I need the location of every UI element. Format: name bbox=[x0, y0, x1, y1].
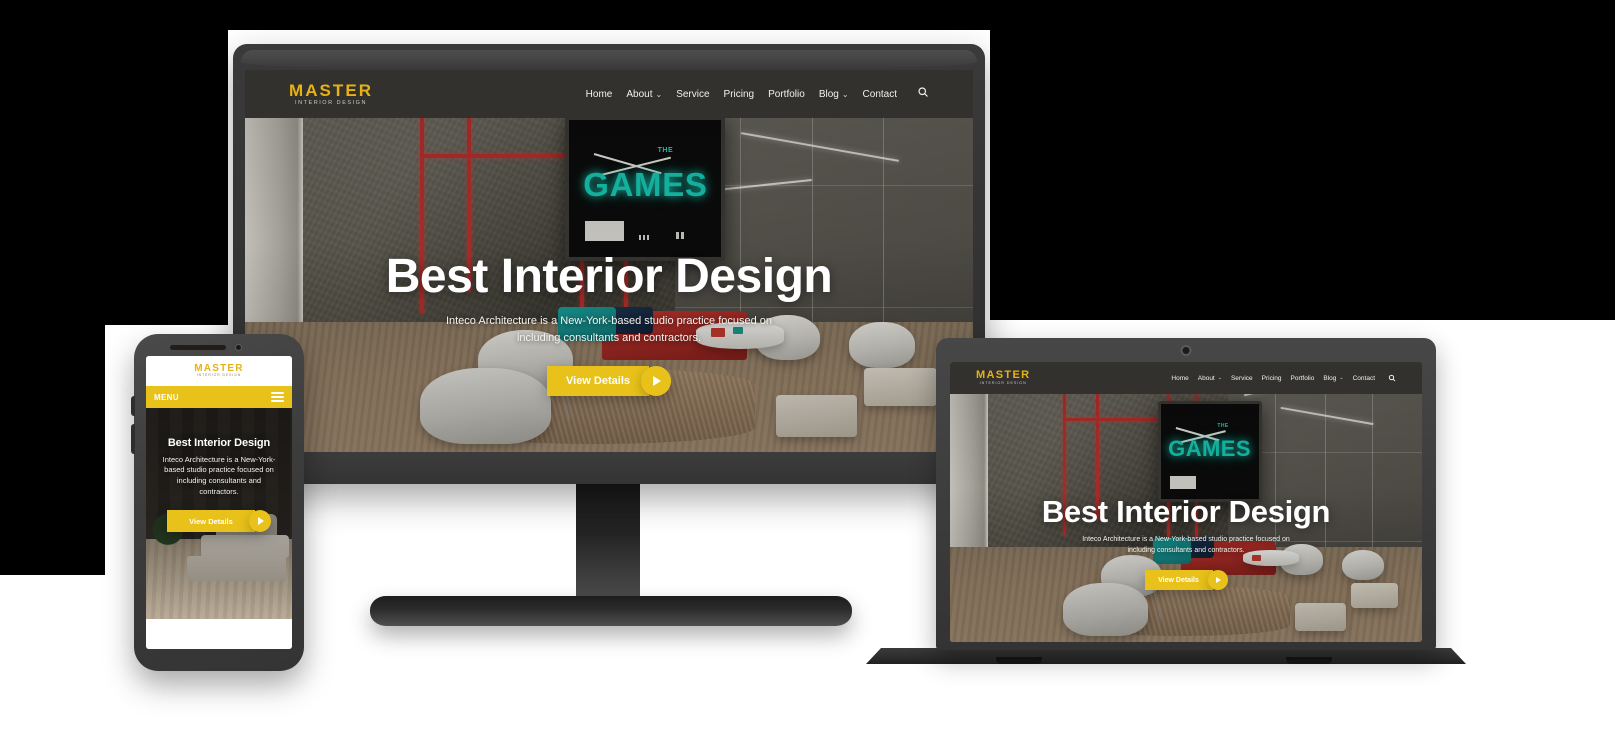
nav-label: Service bbox=[1230, 374, 1253, 382]
nav-label: Home bbox=[585, 88, 613, 100]
site-logo[interactable]: MASTER INTERIOR DESIGN bbox=[289, 82, 373, 106]
site-logo[interactable]: MASTER INTERIOR DESIGN bbox=[976, 370, 1030, 386]
main-nav: Home About ⌄ Service Pricing Portfolio B… bbox=[586, 85, 929, 103]
chevron-down-icon: ⌄ bbox=[1217, 375, 1222, 381]
hero-title: Best Interior Design bbox=[167, 436, 271, 449]
desktop-monitor: THE GAMES bbox=[233, 44, 985, 484]
nav-item-home[interactable]: Home bbox=[586, 89, 613, 100]
site-logo[interactable]: MASTER INTERIOR DESIGN bbox=[194, 363, 243, 378]
mobile-phone: MASTER INTERIOR DESIGN MENU Best Interio… bbox=[131, 334, 304, 671]
site-header: MASTER INTERIOR DESIGN Home About ⌄ Serv… bbox=[950, 362, 1422, 394]
phone-speaker bbox=[170, 345, 226, 350]
nav-label: Contact bbox=[862, 88, 897, 100]
hero-title: Best Interior Design bbox=[385, 250, 833, 304]
hero-subtitle-line-2: including consultants and contractors. bbox=[516, 331, 702, 344]
mobile-menu-bar[interactable]: MENU bbox=[146, 386, 292, 408]
logo-subtext: INTERIOR DESIGN bbox=[979, 380, 1027, 385]
hero-section: THE GAMES bbox=[245, 70, 973, 452]
phone-camera bbox=[235, 344, 242, 351]
nav-item-pricing[interactable]: Pricing bbox=[724, 89, 755, 100]
nav-label: Blog bbox=[1323, 374, 1337, 382]
play-button[interactable] bbox=[1207, 570, 1228, 591]
search-icon[interactable] bbox=[917, 85, 929, 103]
hero-image: Best Interior Design Inteco Architecture… bbox=[146, 408, 292, 619]
logo-subtext: INTERIOR DESIGN bbox=[196, 373, 242, 378]
view-details-button[interactable]: View Details bbox=[547, 366, 649, 397]
hero-subtitle: Inteco Architecture is a New-York-based … bbox=[245, 313, 973, 346]
monitor-neck bbox=[576, 484, 640, 596]
nav-item-portfolio[interactable]: Portfolio bbox=[1291, 375, 1315, 382]
play-button[interactable] bbox=[249, 510, 271, 533]
nav-label: Contact bbox=[1352, 374, 1375, 382]
hero-subtitle: Inteco Architecture is a New-York- based… bbox=[152, 455, 286, 499]
hero-subtitle-line-4: contractors. bbox=[199, 487, 239, 497]
nav-label: Pricing bbox=[723, 88, 755, 100]
phone-volume-down-button[interactable] bbox=[131, 424, 135, 454]
chevron-down-icon: ⌄ bbox=[1339, 375, 1344, 381]
hero-section: THE GAMES bbox=[950, 362, 1422, 642]
logo-text: MASTER bbox=[289, 81, 374, 101]
hero-subtitle-line-2: including consultants and contractors. bbox=[1127, 546, 1245, 554]
hero-copy: Best Interior Design Inteco Architecture… bbox=[950, 494, 1422, 591]
laptop-camera bbox=[1180, 345, 1192, 356]
laptop-screen: THE GAMES bbox=[950, 362, 1422, 642]
monitor-chin bbox=[233, 452, 985, 484]
nav-item-blog[interactable]: Blog ⌄ bbox=[819, 89, 849, 100]
monitor-base bbox=[370, 596, 852, 626]
play-icon bbox=[1216, 577, 1221, 584]
nav-item-portfolio[interactable]: Portfolio bbox=[768, 89, 805, 100]
logo-subtext: INTERIOR DESIGN bbox=[295, 99, 368, 106]
nav-item-about[interactable]: About ⌄ bbox=[626, 89, 662, 100]
hero-subtitle-line-1: Inteco Architecture is a New-York-based … bbox=[445, 315, 773, 328]
hero-subtitle-line-3: including consultants and bbox=[176, 476, 262, 486]
nav-item-home[interactable]: Home bbox=[1171, 375, 1188, 382]
view-details-button[interactable]: View Details bbox=[167, 510, 255, 533]
main-nav: Home About ⌄ Service Pricing Portfolio B… bbox=[1171, 369, 1396, 387]
search-icon[interactable] bbox=[1388, 369, 1396, 387]
nav-item-service[interactable]: Service bbox=[1231, 375, 1253, 382]
website-desktop: THE GAMES bbox=[245, 70, 973, 452]
nav-label: About bbox=[1197, 374, 1215, 382]
mobile-menu-label: MENU bbox=[154, 392, 179, 402]
play-icon bbox=[653, 376, 661, 387]
nav-item-service[interactable]: Service bbox=[676, 89, 709, 100]
hero-copy: Best Interior Design Inteco Architecture… bbox=[146, 436, 292, 533]
nav-item-contact[interactable]: Contact bbox=[863, 89, 897, 100]
nav-label: Service bbox=[676, 88, 710, 100]
laptop-deck bbox=[866, 648, 1466, 664]
nav-item-contact[interactable]: Contact bbox=[1353, 375, 1375, 382]
website-laptop: THE GAMES bbox=[950, 362, 1422, 642]
laptop: THE GAMES bbox=[936, 338, 1436, 650]
mobile-header: MASTER INTERIOR DESIGN bbox=[146, 356, 292, 386]
monitor-screen: THE GAMES bbox=[245, 70, 973, 452]
site-header: MASTER INTERIOR DESIGN Home About ⌄ Serv… bbox=[245, 70, 973, 118]
hamburger-icon[interactable] bbox=[271, 390, 284, 404]
mobile-footer-area bbox=[146, 619, 292, 649]
nav-item-about[interactable]: About ⌄ bbox=[1198, 375, 1222, 382]
hero-subtitle-line-2: based studio practice focused on bbox=[164, 465, 274, 475]
play-button[interactable] bbox=[641, 366, 671, 397]
nav-label: About bbox=[626, 88, 653, 100]
hero-subtitle-line-1: Inteco Architecture is a New-York- bbox=[162, 454, 276, 464]
hero-title: Best Interior Design bbox=[1041, 494, 1331, 530]
phone-screen: MASTER INTERIOR DESIGN MENU Best Interio… bbox=[146, 356, 292, 649]
hero-copy: Best Interior Design Inteco Architecture… bbox=[245, 250, 973, 397]
nav-item-pricing[interactable]: Pricing bbox=[1262, 375, 1282, 382]
phone-volume-up-button[interactable] bbox=[131, 396, 135, 416]
nav-item-blog[interactable]: Blog ⌄ bbox=[1323, 375, 1343, 382]
view-details-button[interactable]: View Details bbox=[1144, 570, 1213, 591]
play-icon bbox=[258, 517, 264, 526]
hero-subtitle-line-1: Inteco Architecture is a New-York-based … bbox=[1082, 536, 1290, 544]
chevron-down-icon: ⌄ bbox=[841, 89, 849, 99]
hero-subtitle: Inteco Architecture is a New-York-based … bbox=[950, 535, 1422, 556]
nav-label: Pricing bbox=[1261, 374, 1282, 382]
chevron-down-icon: ⌄ bbox=[655, 89, 663, 99]
nav-label: Portfolio bbox=[1290, 374, 1315, 382]
nav-label: Portfolio bbox=[768, 88, 805, 100]
mockup-stage: THE GAMES bbox=[0, 0, 1615, 745]
nav-label: Home bbox=[1171, 374, 1189, 382]
nav-label: Blog bbox=[818, 88, 839, 100]
